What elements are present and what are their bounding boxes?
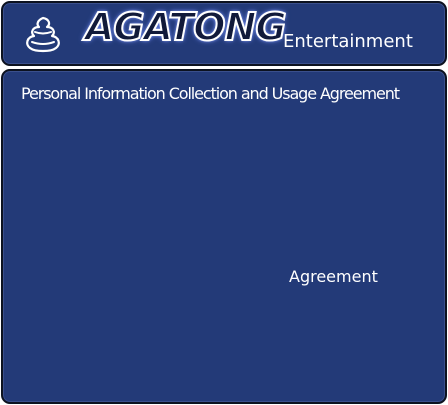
header-bar: AGATONG Entertainment (1, 1, 447, 66)
brand-subtitle: Entertainment (283, 31, 413, 52)
agreement-title: Personal Information Collection and Usag… (21, 84, 400, 103)
swirl-logo-icon (26, 16, 60, 53)
brand-logo-text: AGATONG (84, 5, 288, 49)
agreement-panel: Personal Information Collection and Usag… (1, 69, 447, 404)
agreement-link[interactable]: Agreement (289, 269, 378, 285)
